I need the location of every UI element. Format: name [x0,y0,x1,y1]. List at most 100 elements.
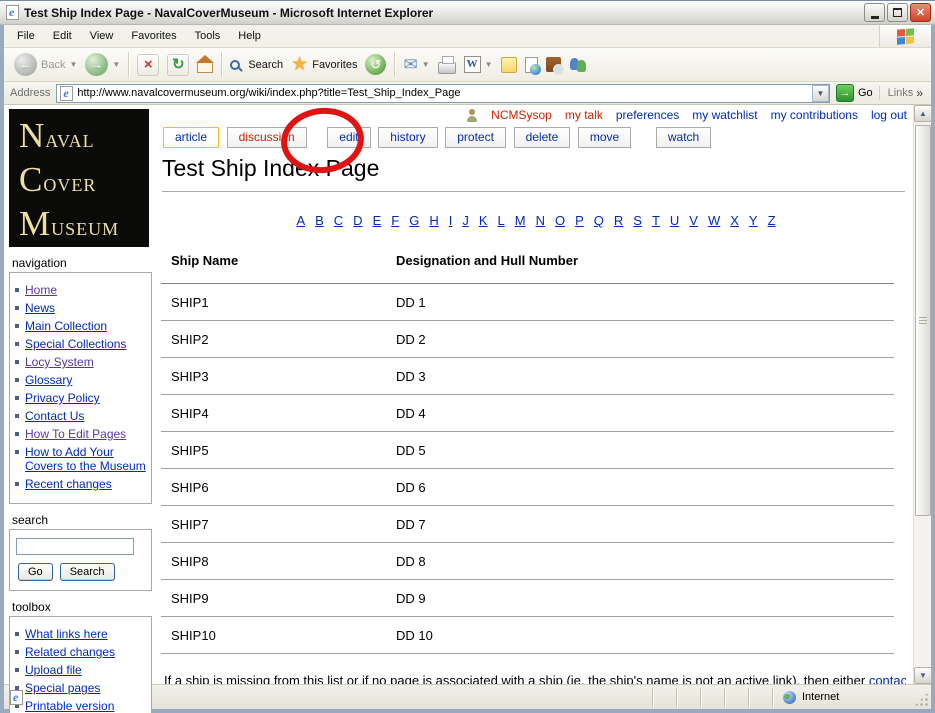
menu-item[interactable]: Help [229,27,270,45]
alphabet-link[interactable]: I [449,213,453,228]
stop-button[interactable]: × [133,53,163,76]
menu-item[interactable]: File [8,27,44,45]
edit-with-word-button[interactable]: ▼ [460,56,497,73]
alphabet-link[interactable]: W [708,213,720,228]
menu-item[interactable]: Favorites [122,27,185,45]
messenger-page-button[interactable] [521,56,542,75]
forward-dropdown-icon[interactable]: ▼ [112,60,120,69]
tab-edit[interactable]: edit [327,127,371,148]
alphabet-link[interactable]: N [536,213,545,228]
history-button[interactable]: ↺ [361,54,390,75]
links-toolbar[interactable]: Links [878,86,925,100]
user-bar-link[interactable]: my contributions [771,108,858,122]
scroll-up-button[interactable]: ▲ [914,105,932,122]
research-button[interactable] [542,57,565,75]
alphabet-link[interactable]: P [575,213,584,228]
alphabet-link[interactable]: S [633,213,642,228]
alphabet-link[interactable]: G [409,213,419,228]
nav-link[interactable]: Main Collection [25,319,107,333]
alphabet-link[interactable]: Q [594,213,604,228]
menu-item[interactable]: Tools [186,27,230,45]
toolbox-link[interactable]: Printable version [25,699,114,713]
alphabet-link[interactable]: K [479,213,488,228]
vertical-scrollbar[interactable]: ▲ ▼ [913,105,932,684]
user-bar-link[interactable]: log out [871,108,907,122]
toolbox-link[interactable]: Related changes [25,645,115,659]
tab-move[interactable]: move [577,127,632,148]
print-button[interactable] [434,55,460,74]
back-button[interactable]: ← Back ▼ [10,53,81,76]
alphabet-link[interactable]: B [315,213,324,228]
alphabet-link[interactable]: H [429,213,438,228]
nav-link[interactable]: Contact Us [25,409,84,423]
alphabet-link[interactable]: R [614,213,623,228]
site-logo[interactable]: Naval Cover Museum [9,109,149,247]
nav-link[interactable]: How to Add Your Covers to the Museum [25,445,146,473]
tab-history[interactable]: history [378,127,438,148]
tab-discussion[interactable]: discussion [226,127,307,148]
nav-link[interactable]: News [25,301,55,315]
refresh-button[interactable]: ↻ [163,53,193,76]
nav-link[interactable]: Special Collections [25,337,126,351]
alphabet-link[interactable]: E [373,213,382,228]
tab-watch[interactable]: watch [655,127,712,148]
scroll-down-button[interactable]: ▼ [914,667,932,684]
ship-table: Ship Name Designation and Hull Number SH… [161,253,894,654]
alphabet-link[interactable]: F [391,213,399,228]
search-go-button[interactable]: Go [18,563,53,581]
close-button[interactable]: ✕ [910,3,931,22]
alphabet-link[interactable]: T [652,213,660,228]
go-button[interactable]: Go [835,84,873,102]
home-button[interactable] [193,55,217,73]
toolbox-link[interactable]: What links here [25,627,108,641]
search-search-button[interactable]: Search [59,563,115,581]
chevron-icon[interactable] [916,86,923,100]
alphabet-link[interactable]: X [730,213,739,228]
alphabet-link[interactable]: V [689,213,698,228]
alphabet-link[interactable]: Z [768,213,776,228]
alphabet-link[interactable]: Y [749,213,758,228]
maximize-button[interactable] [887,3,908,22]
messenger-button[interactable] [565,56,593,73]
tab-delete[interactable]: delete [513,127,571,148]
tab-article[interactable]: article [163,127,220,148]
discuss-button[interactable] [497,56,521,73]
nav-link[interactable]: Recent changes [25,477,112,491]
toolbox-link[interactable]: Special pages [25,681,100,695]
address-dropdown-button[interactable]: ▼ [811,84,829,102]
toolbox-link[interactable]: Upload file [25,663,82,677]
menu-item[interactable]: View [81,27,123,45]
alphabet-link[interactable]: J [462,213,469,228]
scrollbar-thumb[interactable] [915,125,931,516]
user-bar-link[interactable]: my talk [565,108,603,122]
mail-button[interactable]: ✉ ▼ [399,56,433,73]
minimize-button[interactable] [864,3,885,22]
alphabet-link[interactable]: A [296,213,305,228]
search-toolbar-button[interactable]: Search [226,59,287,71]
tab-protect[interactable]: protect [445,127,506,148]
user-bar-link[interactable]: NCMSysop [491,108,552,122]
alphabet-link[interactable]: C [334,213,343,228]
mail-dropdown-icon[interactable]: ▼ [422,60,430,69]
edit-dropdown-icon[interactable]: ▼ [485,60,493,69]
nav-link[interactable]: Privacy Policy [25,391,100,405]
forward-button[interactable]: → ▼ [81,53,124,76]
alphabet-link[interactable]: L [498,213,505,228]
back-dropdown-icon[interactable]: ▼ [69,60,77,69]
menu-item[interactable]: Edit [44,27,81,45]
address-input[interactable]: http://www.navalcovermuseum.org/wiki/ind… [56,83,830,103]
alphabet-link[interactable]: D [353,213,362,228]
nav-link[interactable]: Glossary [25,373,72,387]
alphabet-link[interactable]: U [670,213,679,228]
alphabet-link[interactable]: M [515,213,526,228]
resize-grip[interactable] [914,691,929,707]
search-input[interactable] [16,538,134,555]
nav-link[interactable]: Locy System [25,355,94,369]
nav-link[interactable]: Home [25,283,57,297]
contact-curator-link[interactable]: contact the Curator [869,673,906,684]
alphabet-link[interactable]: O [555,213,565,228]
user-bar-link[interactable]: preferences [616,108,679,122]
nav-link[interactable]: How To Edit Pages [25,427,126,441]
user-bar-link[interactable]: my watchlist [692,108,757,122]
favorites-button[interactable]: ★ Favorites [287,55,361,74]
